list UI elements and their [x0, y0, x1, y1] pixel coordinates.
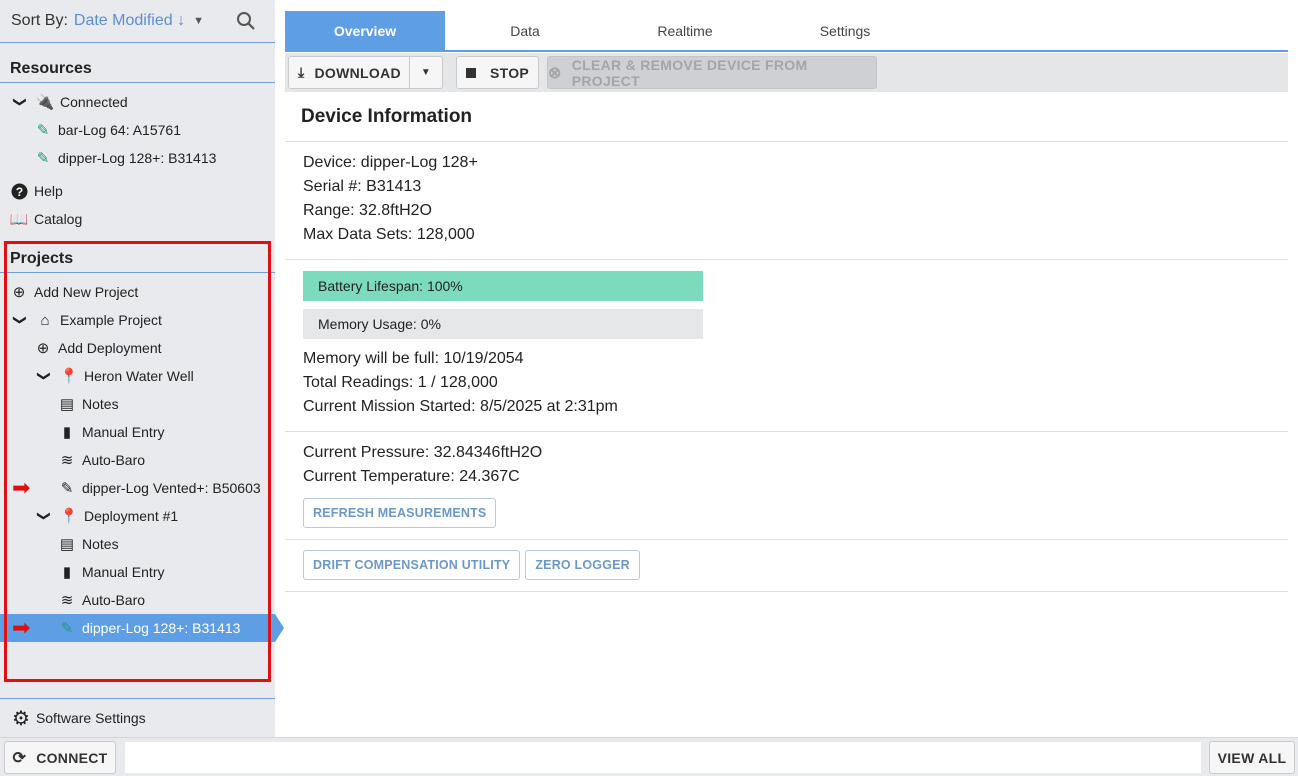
download-split-button: ⤓ DOWNLOAD ▼ — [288, 56, 443, 89]
deployment-device[interactable]: ➡ ✎ dipper-Log Vented+: B50603 — [0, 474, 275, 502]
sort-dropdown[interactable]: Date Modified ↓ — [74, 12, 185, 30]
chevron-down-icon[interactable]: ❯ — [36, 508, 52, 524]
auto-baro-item[interactable]: ≋ Auto-Baro — [0, 586, 275, 614]
status-field[interactable] — [125, 742, 1201, 773]
plus-circle-icon: ⊕ — [36, 340, 50, 357]
refresh-measurements-button[interactable]: REFRESH MEASUREMENTS — [303, 498, 497, 528]
wind-icon: ≋ — [60, 452, 74, 469]
deployment-item[interactable]: ❯ 📍 Deployment #1 — [0, 502, 275, 530]
connected-device[interactable]: ✎ dipper-Log 128+: B31413 — [0, 144, 275, 172]
wind-icon: ≋ — [60, 592, 74, 609]
plug-icon: 🔌 — [35, 94, 55, 111]
connected-device[interactable]: ✎ bar-Log 64: A15761 — [0, 116, 275, 144]
bottom-bar: ⟳ CONNECT VIEW ALL — [0, 737, 1298, 776]
device-overview: Device Information Device: dipper-Log 12… — [285, 92, 1288, 592]
deployment-device-selected[interactable]: ➡ ✎ dipper-Log 128+: B31413 — [0, 614, 284, 642]
pencil-icon: ✎ — [60, 620, 74, 637]
red-arrow-icon: ➡ — [12, 615, 31, 640]
memory-bar: Memory Usage: 0% — [303, 309, 703, 339]
connected-group[interactable]: ❯ 🔌 Connected — [0, 88, 275, 116]
add-project-button[interactable]: ⊕ Add New Project — [0, 278, 275, 306]
book-icon: 📖 — [9, 211, 29, 228]
tab-realtime[interactable]: Realtime — [605, 11, 765, 50]
drift-compensation-button[interactable]: DRIFT COMPENSATION UTILITY — [303, 550, 521, 580]
device-name: Device: dipper-Log 128+ — [303, 154, 478, 171]
projects-heading: Projects — [0, 233, 275, 273]
sidebar: Sort By: Date Modified ↓ ▼ Resources ❯ 🔌 C… — [0, 0, 284, 737]
view-all-button[interactable]: VIEW ALL — [1209, 741, 1295, 774]
refresh-icon: ⟳ — [12, 749, 27, 767]
software-settings-button[interactable]: ⚙ Software Settings — [0, 698, 275, 737]
current-pressure: Current Pressure: 32.84346ftH2O — [303, 444, 543, 461]
catalog-link[interactable]: 📖 Catalog — [0, 205, 275, 233]
notes-item[interactable]: ▤ Notes — [0, 530, 275, 558]
help-icon: ? — [10, 182, 28, 200]
help-link[interactable]: ? Help — [0, 177, 275, 205]
current-temperature: Current Temperature: 24.367C — [303, 468, 520, 485]
auto-baro-item[interactable]: ≋ Auto-Baro — [0, 446, 275, 474]
plus-circle-icon: ⊕ — [12, 284, 26, 301]
close-circle-icon: ⊗ — [548, 64, 562, 82]
location-pin-icon: 📍 — [59, 508, 79, 525]
pencil-icon: ✎ — [36, 122, 50, 139]
tab-settings[interactable]: Settings — [765, 11, 925, 50]
chevron-down-icon[interactable]: ❯ — [12, 94, 28, 110]
page-title: Device Information — [285, 92, 1288, 142]
range: Range: 32.8ftH2O — [303, 202, 432, 219]
mission-start: Current Mission Started: 8/5/2025 at 2:3… — [303, 398, 618, 415]
add-deployment-button[interactable]: ⊕ Add Deployment — [0, 334, 275, 362]
notes-item[interactable]: ▤ Notes — [0, 390, 275, 418]
notes-icon: ▤ — [59, 396, 75, 413]
stop-icon — [465, 67, 476, 78]
notes-icon: ▤ — [59, 536, 75, 553]
toolbar: ⤓ DOWNLOAD ▼ STOP ⊗ CLEAR & REMOVE DEVICE … — [285, 53, 1288, 92]
resources-heading: Resources — [0, 43, 275, 83]
download-options-dropdown[interactable]: ▼ — [410, 67, 442, 78]
tab-data[interactable]: Data — [445, 11, 605, 50]
file-icon: ▮ — [62, 424, 72, 441]
project-item[interactable]: ❯ ⌂ Example Project — [0, 306, 275, 334]
serial-number: Serial #: B31413 — [303, 178, 422, 195]
pencil-icon: ✎ — [60, 480, 74, 497]
chevron-down-icon[interactable]: ❯ — [12, 312, 28, 328]
tab-bar: Overview Data Realtime Settings — [285, 11, 1288, 52]
pencil-icon: ✎ — [36, 150, 50, 167]
max-data-sets: Max Data Sets: 128,000 — [303, 226, 475, 243]
svg-text:?: ? — [15, 185, 22, 199]
battery-bar: Battery Lifespan: 100% — [303, 271, 703, 301]
connect-button[interactable]: ⟳ CONNECT — [4, 741, 116, 774]
tab-overview[interactable]: Overview — [285, 11, 445, 50]
search-icon[interactable] — [236, 11, 256, 36]
clear-remove-device-button[interactable]: ⊗ CLEAR & REMOVE DEVICE FROM PROJECT — [547, 56, 877, 89]
download-button[interactable]: ⤓ DOWNLOAD — [289, 57, 410, 88]
zero-logger-button[interactable]: ZERO LOGGER — [525, 550, 640, 580]
download-icon: ⤓ — [298, 64, 305, 80]
chevron-down-icon[interactable]: ▼ — [193, 15, 204, 27]
home-icon: ⌂ — [40, 311, 50, 329]
deployment-item[interactable]: ❯ 📍 Heron Water Well — [0, 362, 275, 390]
red-arrow-icon: ➡ — [12, 475, 31, 500]
sort-label: Sort By: — [11, 12, 68, 29]
manual-entry-item[interactable]: ▮ Manual Entry — [0, 558, 275, 586]
gear-icon: ⚙ — [12, 707, 30, 730]
manual-entry-item[interactable]: ▮ Manual Entry — [0, 418, 275, 446]
file-icon: ▮ — [62, 564, 72, 581]
stop-button[interactable]: STOP — [456, 56, 539, 89]
sort-bar: Sort By: Date Modified ↓ ▼ — [0, 0, 275, 43]
location-pin-icon: 📍 — [59, 368, 79, 385]
total-readings: Total Readings: 1 / 128,000 — [303, 374, 498, 391]
chevron-down-icon[interactable]: ❯ — [36, 368, 52, 384]
memory-full-date: Memory will be full: 10/19/2054 — [303, 350, 524, 367]
